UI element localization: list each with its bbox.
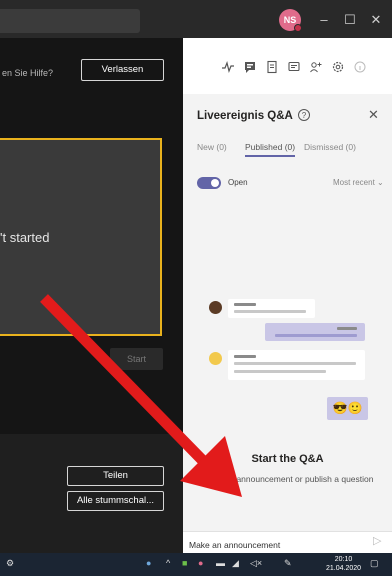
- message-line: [234, 370, 326, 373]
- toggle-knob: [211, 179, 219, 187]
- settings-gear-icon[interactable]: ⚙: [6, 558, 14, 569]
- title-bar: NS – ☐ ✕: [0, 0, 392, 38]
- stage-status-text: 't started: [0, 230, 50, 245]
- message-bubble: [228, 350, 365, 380]
- tray-app-icon[interactable]: ●: [198, 558, 203, 568]
- help-icon[interactable]: ?: [298, 109, 310, 121]
- empty-state-title: Start the Q&A: [251, 453, 324, 465]
- start-button[interactable]: Start: [110, 348, 163, 370]
- emoji-reaction: 😎🙂: [327, 397, 368, 420]
- tab-new[interactable]: New (0): [197, 142, 227, 152]
- pen-icon[interactable]: ✎: [284, 558, 292, 569]
- control-panel: Teilen Alle stummschal...: [0, 434, 183, 553]
- clock-time: 20:10: [334, 556, 353, 563]
- empty-state-subtitle: Make an announcement or publish a questi…: [201, 474, 374, 484]
- close-panel-button[interactable]: ✕: [368, 107, 379, 123]
- mute-all-button[interactable]: Alle stummschal...: [67, 491, 164, 511]
- message-bubble: [228, 299, 315, 318]
- share-button[interactable]: Teilen: [67, 466, 164, 486]
- message-line: [275, 334, 357, 337]
- avatar-initials: NS: [283, 15, 297, 25]
- panel-title: Liveereignis Q&A: [197, 110, 293, 122]
- message-line: [234, 310, 306, 313]
- avatar[interactable]: NS: [279, 9, 302, 32]
- settings-icon[interactable]: [331, 60, 345, 74]
- network-icon[interactable]: ◢: [232, 558, 239, 569]
- reply-bubble: [265, 323, 365, 341]
- message-line: [234, 362, 356, 365]
- help-circle-icon[interactable]: ●: [146, 558, 151, 568]
- chat-icon[interactable]: [287, 60, 301, 74]
- participants-icon[interactable]: [309, 60, 323, 74]
- info-icon[interactable]: [353, 60, 367, 74]
- minimize-button[interactable]: –: [314, 10, 334, 30]
- message-line: [234, 303, 256, 306]
- meeting-stage-area: en Sie Hilfe? Verlassen 't started Start…: [0, 38, 183, 553]
- health-icon[interactable]: [221, 60, 235, 74]
- notifications-icon[interactable]: ▢: [370, 558, 379, 569]
- tab-published[interactable]: Published (0): [245, 142, 296, 157]
- empty-state-illustration: 😎🙂: [183, 299, 392, 429]
- teams-window: NS – ☐ ✕ en Sie Hilfe? Verlassen 't star…: [0, 0, 392, 576]
- leave-button[interactable]: Verlassen: [81, 59, 164, 81]
- maximize-button[interactable]: ☐: [340, 10, 360, 30]
- qa-panel: Liveereignis Q&A ? ✕ New (0) Published (…: [183, 38, 392, 557]
- sort-dropdown[interactable]: Most recent ⌄: [333, 178, 384, 187]
- qa-content: Liveereignis Q&A ? ✕ New (0) Published (…: [183, 94, 392, 557]
- search-input[interactable]: [0, 9, 140, 33]
- status-dot-icon: [294, 24, 302, 32]
- event-preview: 't started: [0, 138, 162, 336]
- open-toggle[interactable]: [197, 177, 221, 189]
- notes-icon[interactable]: [265, 60, 279, 74]
- close-window-button[interactable]: ✕: [366, 10, 386, 30]
- clock-date: 21.04.2020: [326, 565, 362, 572]
- message-line: [337, 327, 357, 330]
- person-avatar-icon: [209, 352, 222, 365]
- panel-toolbar: [183, 38, 392, 94]
- teams-tray-icon[interactable]: ■: [182, 558, 187, 568]
- sort-label: Most recent: [333, 178, 375, 187]
- announcement-placeholder: Make an announcement: [189, 540, 281, 550]
- send-icon[interactable]: ▷: [373, 534, 381, 547]
- tab-dismissed[interactable]: Dismissed (0): [304, 142, 356, 152]
- battery-icon[interactable]: ▬: [216, 558, 225, 568]
- clock[interactable]: 20:10 21.04.2020: [326, 555, 361, 573]
- person-avatar-icon: [209, 301, 222, 314]
- chevron-up-icon[interactable]: ^: [166, 558, 170, 568]
- qa-icon[interactable]: [243, 60, 257, 74]
- help-link[interactable]: en Sie Hilfe?: [2, 68, 53, 78]
- taskbar: ⚙ ● ^ ■ ● ▬ ◢ ◁× ✎ 20:10 21.04.2020 ▢: [0, 553, 392, 576]
- message-line: [234, 355, 256, 358]
- volume-icon[interactable]: ◁×: [250, 558, 262, 569]
- toggle-label: Open: [228, 178, 248, 187]
